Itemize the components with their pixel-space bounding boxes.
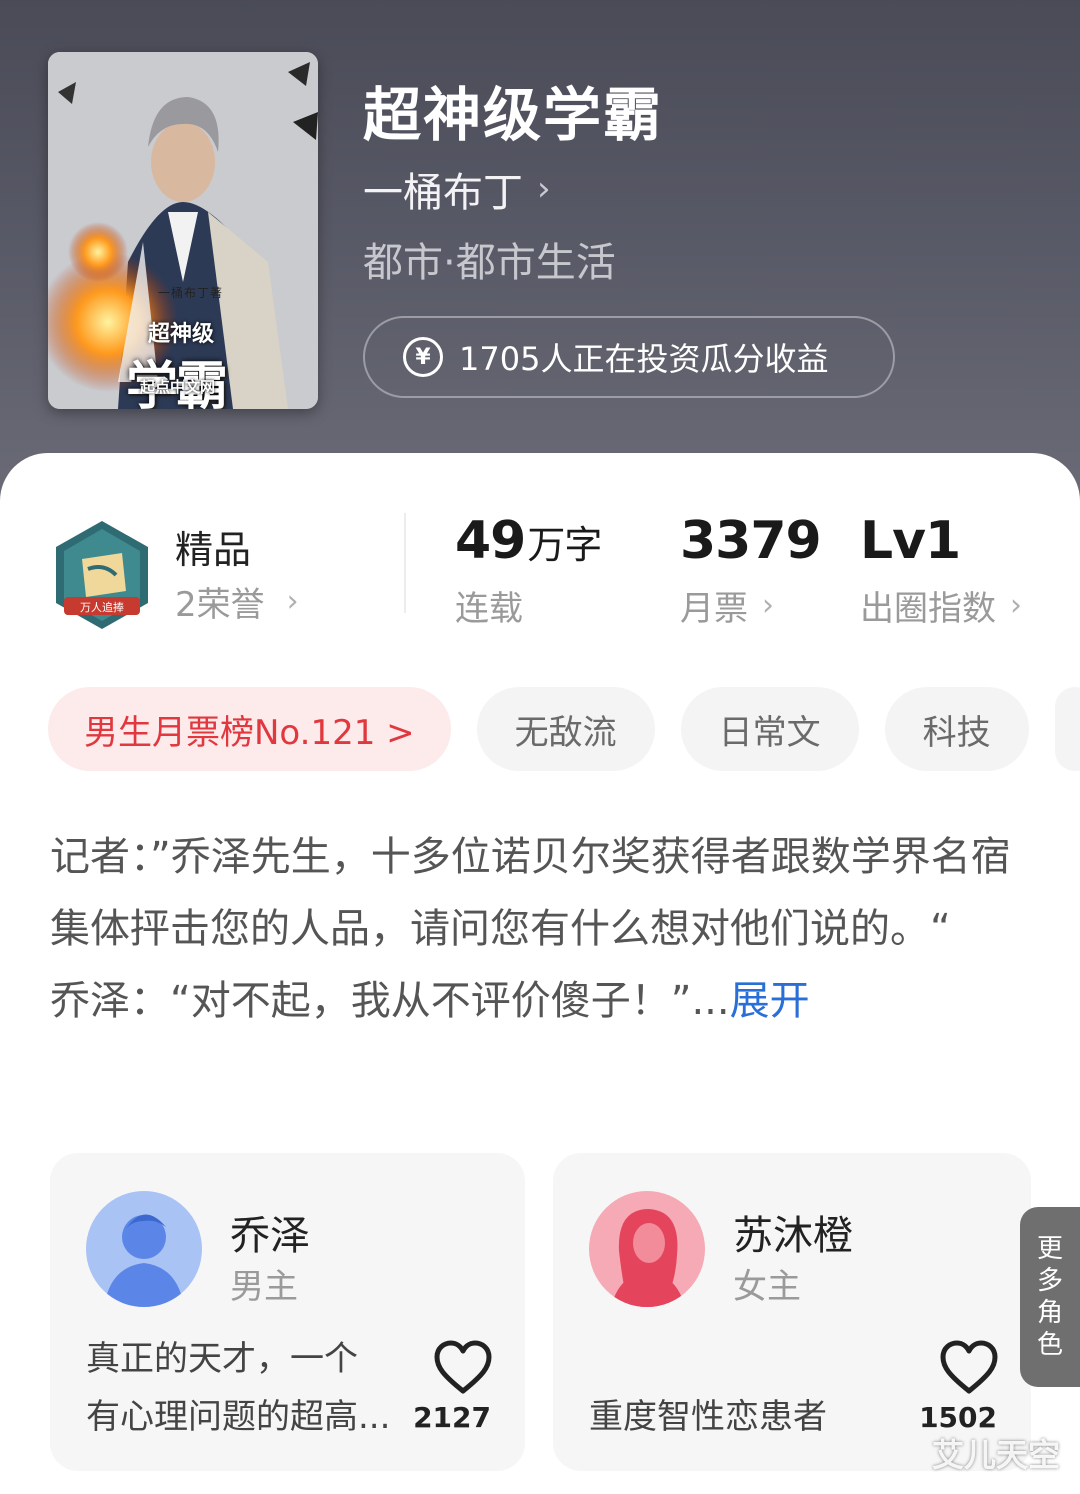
yen-coin-icon: ¥ xyxy=(403,337,443,377)
monthly-votes-label: 月票 xyxy=(680,589,748,629)
tag-chip-partial[interactable] xyxy=(1054,687,1080,771)
honor-count: 2荣誉 xyxy=(175,585,265,625)
tag-chip[interactable]: 科技 xyxy=(884,687,1029,771)
circle-index-stat[interactable]: Lv1 出圈指数 › xyxy=(860,511,1022,630)
more-roles-char: 色 xyxy=(1036,1330,1063,1360)
tag-chip[interactable]: 无敌流 xyxy=(476,687,655,771)
quality-label: 精品 xyxy=(175,528,252,572)
chevron-right-icon: › xyxy=(1010,588,1022,623)
like-count: 2127 xyxy=(413,1401,491,1434)
watermark: 艾儿天空 xyxy=(931,1436,1060,1474)
book-title: 超神级学霸 xyxy=(363,81,664,149)
avatar xyxy=(589,1191,705,1307)
role-card[interactable]: 乔泽 男主 真正的天才，一个 有心理问题的超高... 2127 xyxy=(50,1153,525,1471)
more-roles-button[interactable]: 更 多 角 色 xyxy=(1020,1207,1080,1387)
role-description: 真正的天才，一个 xyxy=(86,1339,358,1379)
tag-chip[interactable]: 日常文 xyxy=(680,687,859,771)
monthly-votes-value: 3379 xyxy=(680,511,822,571)
role-type: 女主 xyxy=(733,1267,801,1307)
invest-button[interactable]: ¥ 1705人正在投资瓜分收益 xyxy=(363,316,895,398)
status-label: 连载 xyxy=(455,589,523,629)
cover-publisher-text: 起点中文网 xyxy=(140,378,216,396)
expand-link[interactable]: 展开 xyxy=(730,978,810,1024)
synopsis-line: 乔泽：“对不起，我从不评价傻子！”... xyxy=(50,978,730,1024)
honor-link[interactable]: 2荣誉 › xyxy=(175,577,299,626)
more-roles-char: 更 xyxy=(1036,1234,1063,1264)
more-roles-char: 角 xyxy=(1036,1298,1063,1328)
quality-badge-icon[interactable]: 万人追捧 xyxy=(52,519,152,631)
avatar xyxy=(86,1191,202,1307)
circle-index-label: 出圈指数 xyxy=(860,589,996,629)
book-cover-image[interactable]: 一桶布丁著 超神级 学霸 起点中文网 xyxy=(48,52,318,409)
role-description: 重度智性恋患者 xyxy=(589,1397,827,1437)
role-description: 有心理问题的超高... xyxy=(86,1397,391,1437)
monthly-votes-stat[interactable]: 3379 月票 › xyxy=(680,511,822,630)
tag-list: 男生月票榜No.121 > 无敌流 日常文 科技 xyxy=(48,687,1080,771)
circle-index-value: Lv1 xyxy=(860,511,961,571)
cover-author-text: 一桶布丁著 xyxy=(158,286,224,300)
synopsis: 记者：”乔泽先生，十多位诺贝尔奖获得者跟数学界名宿集体抨击您的人品，请问您有什么… xyxy=(50,821,1025,1037)
word-count-unit: 万字 xyxy=(527,523,602,567)
more-roles-char: 多 xyxy=(1036,1266,1063,1296)
synopsis-line: 记者：”乔泽先生，十多位诺贝尔奖获得者跟数学界名宿集体抨击您的人品，请问您有什么… xyxy=(50,834,1011,952)
book-genre: 都市·都市生活 xyxy=(363,240,616,286)
chevron-right-icon: › xyxy=(286,584,299,619)
heart-icon[interactable] xyxy=(939,1339,999,1395)
book-header: 一桶布丁著 超神级 学霸 起点中文网 超神级学霸 一桶布丁 › 都市·都市生活 … xyxy=(0,0,1080,520)
invest-label: 1705人正在投资瓜分收益 xyxy=(459,340,829,378)
chevron-right-icon: › xyxy=(537,169,551,209)
role-name: 苏沐橙 xyxy=(733,1213,853,1259)
rank-tag[interactable]: 男生月票榜No.121 > xyxy=(48,687,451,771)
author-link[interactable]: 一桶布丁 › xyxy=(363,160,551,218)
badge-text: 万人追捧 xyxy=(80,600,124,614)
stats-divider xyxy=(404,513,406,613)
role-type: 男主 xyxy=(230,1267,298,1307)
role-card[interactable]: 苏沐橙 女主 重度智性恋患者 1502 xyxy=(553,1153,1031,1471)
chevron-right-icon: › xyxy=(762,588,774,623)
word-count-stat: 49万字 连载 xyxy=(455,511,602,630)
author-name: 一桶布丁 xyxy=(363,170,523,216)
role-name: 乔泽 xyxy=(230,1213,310,1259)
word-count-value: 49 xyxy=(455,511,526,571)
heart-icon[interactable] xyxy=(433,1339,493,1395)
book-detail-card: 万人追捧 精品 2荣誉 › 49万字 连载 3379 月票 › Lv1 出圈指数 ›… xyxy=(0,453,1080,1494)
